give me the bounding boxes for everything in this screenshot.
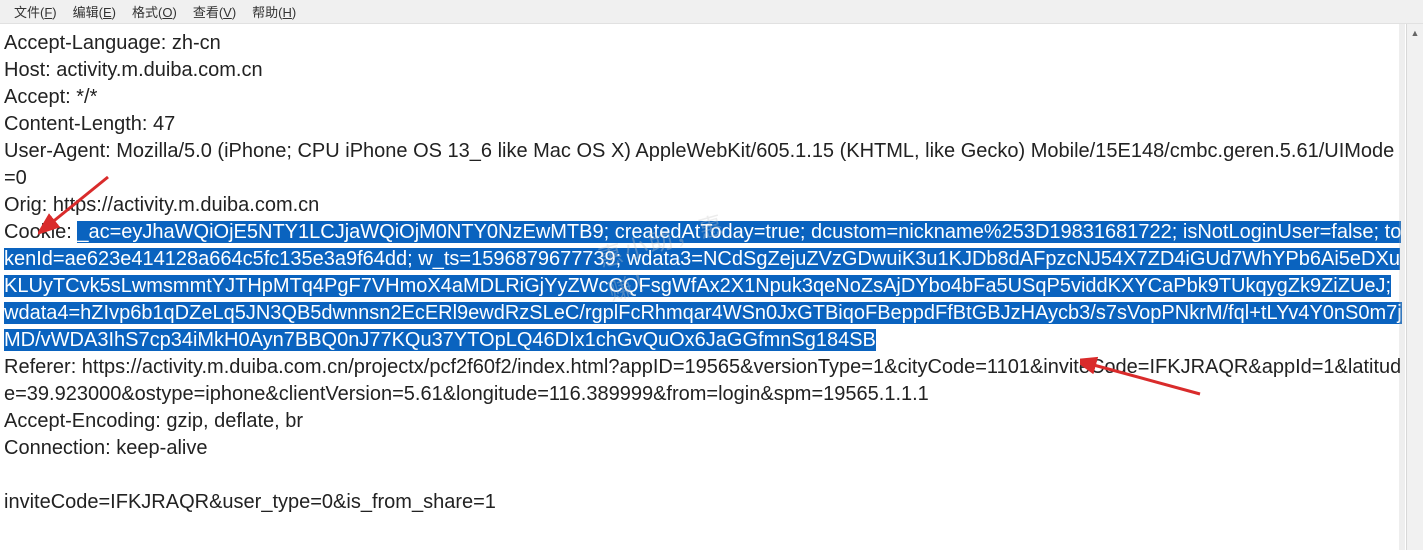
cookie-selection-1: _ac=eyJhaWQiOjE5NTY1LCJjaWQiOjM0NTY0NzEw… (4, 221, 1401, 297)
line-accept: Accept: */* (4, 86, 97, 108)
window-edge (1399, 24, 1405, 550)
menu-edit[interactable]: 编辑(E) (65, 0, 124, 23)
text-content[interactable]: Accept-Language: zh-cn Host: activity.m.… (0, 24, 1406, 550)
line-origin-pre: Orig (4, 194, 42, 216)
line-user-agent: User-Agent: Mozilla/5.0 (iPhone; CPU iPh… (4, 140, 1394, 189)
menu-bar: 文件(F) 编辑(E) 格式(O) 查看(V) 帮助(H) (0, 0, 1423, 24)
content-wrapper: Accept-Language: zh-cn Host: activity.m.… (0, 24, 1423, 550)
menu-help[interactable]: 帮助(H) (244, 0, 304, 23)
cookie-label: Cookie: (4, 221, 77, 243)
line-content-length: Content-Length: 47 (4, 113, 175, 135)
menu-view[interactable]: 查看(V) (185, 0, 244, 23)
scrollbar-up-arrow-icon[interactable]: ▲ (1407, 24, 1423, 41)
menu-file[interactable]: 文件(F) (6, 0, 65, 23)
line-accept-encoding: Accept-Encoding: gzip, deflate, br (4, 410, 303, 432)
line-trailing: inviteCode=IFKJRAQR&user_type=0&is_from_… (4, 491, 496, 513)
cookie-selection-2: wdata4=hZIvp6b1qDZeLq5JN3QB5dwnnsn2EcERl… (4, 302, 1402, 351)
line-referer: Referer: https://activity.m.duiba.com.cn… (4, 356, 1401, 405)
cookie-gap (1391, 275, 1397, 297)
line-accept-language: Accept-Language: zh-cn (4, 32, 221, 54)
line-origin-post: : https://activity.m.duiba.com.cn (42, 194, 320, 216)
line-host: Host: activity.m.duiba.com.cn (4, 59, 263, 81)
menu-format[interactable]: 格式(O) (124, 0, 185, 23)
vertical-scrollbar[interactable]: ▲ (1406, 24, 1423, 550)
line-connection: Connection: keep-alive (4, 437, 207, 459)
